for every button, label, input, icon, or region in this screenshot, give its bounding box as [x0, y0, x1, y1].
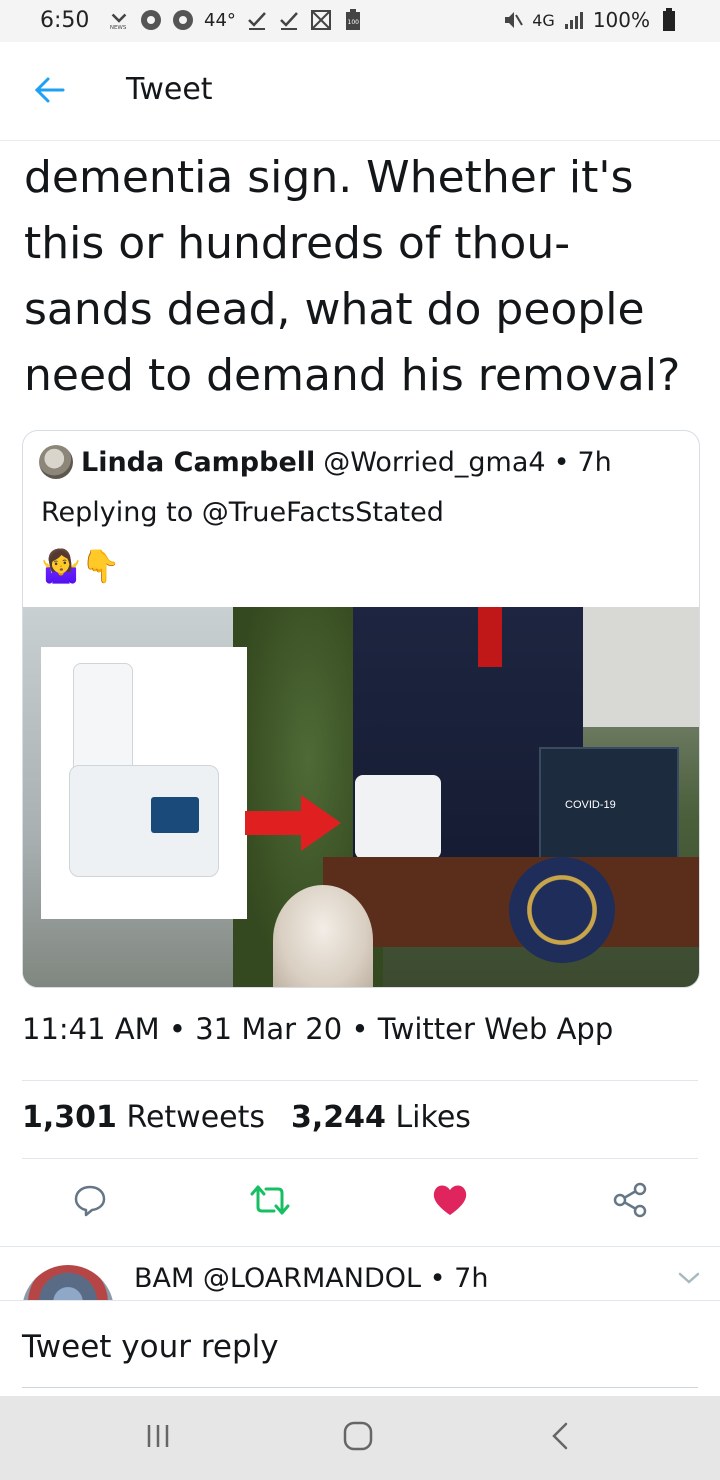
separator-dot: • — [351, 1012, 369, 1046]
avatar[interactable] — [22, 1265, 114, 1301]
reply-author-handle: @LOARMANDOL — [202, 1263, 422, 1294]
tweet-stats: 1,301 Retweets 3,244 Likes — [22, 1100, 471, 1135]
red-arrow-icon — [245, 795, 341, 851]
reply-icon — [73, 1183, 107, 1221]
separator-dot: • — [168, 1012, 186, 1046]
image-head — [273, 885, 373, 987]
notification-icons: NEWS 44° 100 — [108, 9, 364, 31]
heart-icon — [432, 1183, 468, 1221]
retweets-count: 1,301 — [22, 1100, 117, 1135]
svg-text:100: 100 — [347, 19, 359, 26]
arrow-left-icon — [34, 76, 66, 108]
likes-label: Likes — [395, 1100, 471, 1135]
covid-box-label: COVID-19 — [565, 799, 616, 811]
chevron-down-icon[interactable] — [676, 1269, 702, 1291]
reply-age: 7h — [454, 1263, 489, 1294]
machine-screen — [151, 797, 199, 833]
machine-lid — [73, 663, 133, 777]
divider — [22, 1158, 698, 1159]
reply-input-underline — [22, 1387, 698, 1388]
battery-icon — [658, 8, 680, 31]
home-button[interactable] — [336, 1418, 380, 1458]
image-device — [355, 775, 441, 859]
temperature: 44° — [204, 9, 236, 31]
chevron-left-icon — [548, 1421, 572, 1455]
quoted-tweet-card[interactable]: Linda Campbell @Worried_gma4 • 7h Replyi… — [22, 430, 700, 988]
retweet-button[interactable] — [248, 1180, 292, 1224]
nbc-news-icon: NEWS — [108, 9, 130, 31]
tweet-client[interactable]: Twitter Web App — [378, 1012, 614, 1046]
download-done-icon — [278, 9, 300, 31]
status-bar: 6:50 NEWS 44° 100 4G 100% — [0, 0, 720, 42]
tweet-date: 31 Mar 20 — [195, 1012, 343, 1046]
divider — [22, 1080, 698, 1081]
system-nav-bar — [0, 1396, 720, 1480]
replying-to-text: Replying to @TrueFactsStated — [41, 497, 444, 528]
tweet-text: dementia sign. Whether it's this or hund… — [24, 152, 681, 401]
network-type: 4G — [532, 10, 555, 30]
tweet-meta: 11:41 AM • 31 Mar 20 • Twitter Web App — [22, 1012, 613, 1046]
battery-100-icon: 100 — [342, 9, 364, 31]
chrome-icon — [140, 9, 162, 31]
quoted-author-name: Linda Campbell — [81, 446, 316, 478]
retweets-label: Retweets — [126, 1100, 266, 1135]
mute-icon — [502, 9, 524, 31]
back-nav-button[interactable] — [538, 1418, 582, 1458]
home-icon — [342, 1420, 374, 1456]
retweets-stat[interactable]: 1,301 Retweets — [22, 1100, 265, 1135]
download-done-icon — [246, 9, 268, 31]
likes-stat[interactable]: 3,244 Likes — [291, 1100, 471, 1135]
back-button[interactable] — [28, 70, 72, 114]
battery-percent: 100% — [592, 8, 650, 32]
quoted-tweet-age: 7h — [577, 446, 612, 478]
avatar[interactable] — [39, 445, 73, 479]
share-button[interactable] — [608, 1180, 652, 1224]
quoted-tweet-emoji: 🤷‍♀️👇 — [41, 547, 121, 585]
quoted-tweet-image[interactable]: COVID-19 — [23, 607, 699, 987]
image-product-inset — [41, 647, 247, 919]
likes-count: 3,244 — [291, 1100, 386, 1135]
reply-button[interactable] — [68, 1180, 112, 1224]
system-icons: 4G 100% — [502, 8, 680, 32]
status-time: 6:50 — [40, 8, 90, 33]
reply-list-item[interactable]: BAM @LOARMANDOL • 7h — [0, 1246, 720, 1301]
svg-text:NEWS: NEWS — [110, 25, 127, 31]
page-title: Tweet — [126, 72, 213, 107]
reply-author: BAM @LOARMANDOL • 7h — [134, 1263, 488, 1294]
image-box: COVID-19 — [539, 747, 679, 867]
reply-input[interactable]: Tweet your reply — [22, 1329, 279, 1365]
separator-dot: • — [553, 446, 570, 478]
separator-dot: • — [429, 1263, 446, 1294]
like-button[interactable] — [428, 1180, 472, 1224]
no-image-icon — [310, 9, 332, 31]
image-tie — [478, 607, 502, 667]
chrome-icon — [172, 9, 194, 31]
quoted-tweet-header: Linda Campbell @Worried_gma4 • 7h — [39, 445, 612, 479]
reply-composer: Tweet your reply — [0, 1300, 720, 1397]
recent-apps-icon — [143, 1422, 173, 1454]
signal-icon — [563, 9, 585, 31]
top-app-bar: Tweet — [0, 42, 720, 141]
share-icon — [612, 1182, 648, 1222]
quoted-author-handle: @Worried_gma4 — [323, 446, 546, 478]
retweet-icon — [250, 1183, 290, 1221]
recent-apps-button[interactable] — [136, 1418, 180, 1458]
tweet-actions — [0, 1166, 720, 1238]
reply-author-name: BAM — [134, 1263, 195, 1294]
tweet-time: 11:41 AM — [22, 1012, 160, 1046]
presidential-seal-icon — [509, 857, 615, 963]
